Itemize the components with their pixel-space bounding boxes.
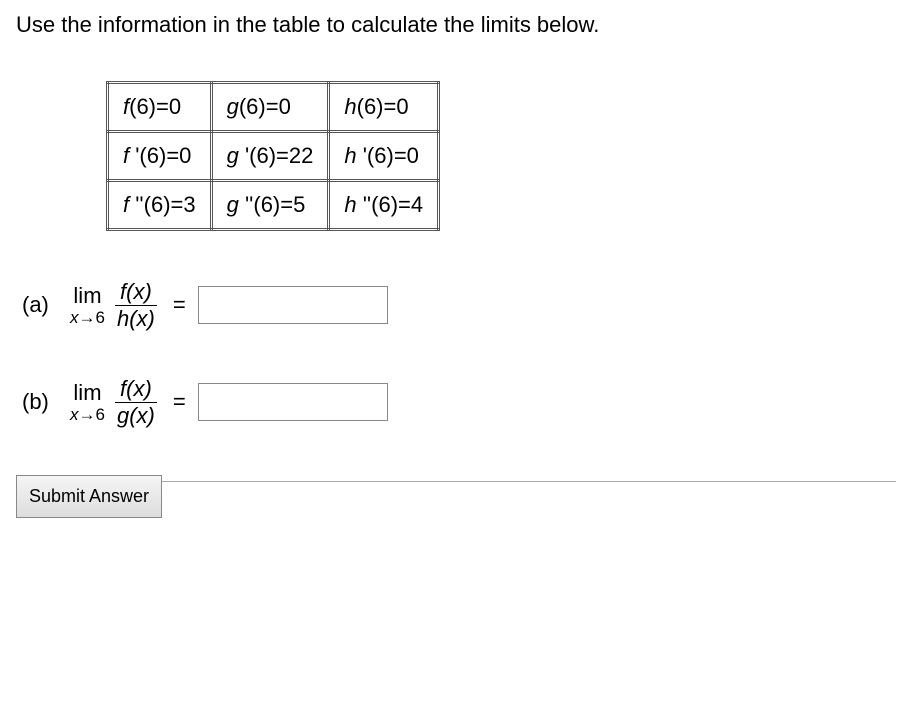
question-label: (a) — [22, 292, 70, 318]
fn-name: h — [344, 192, 362, 217]
fn-name: h — [344, 143, 362, 168]
fn-val: ''(6)=3 — [135, 192, 195, 217]
limit-expr: lim x→6 — [70, 382, 105, 423]
fn-name: h — [344, 94, 356, 119]
fn-name: f — [123, 192, 135, 217]
fn-val: '(6)=0 — [363, 143, 419, 168]
answer-input-b[interactable] — [198, 383, 388, 421]
limit-val: 6 — [96, 308, 105, 327]
data-table-wrap: f(6)=0 g(6)=0 h(6)=0 f '(6)=0 g '(6)=22 … — [106, 81, 896, 231]
table-cell: h ''(6)=4 — [329, 180, 439, 229]
fn-name: g — [227, 94, 239, 119]
limit-val: 6 — [96, 405, 105, 424]
submit-row: Submit Answer — [16, 475, 896, 518]
limit-var: x — [70, 308, 79, 327]
fn-val: ''(6)=4 — [363, 192, 423, 217]
fn-name: g — [227, 143, 245, 168]
limit-sub: x→6 — [70, 406, 105, 423]
table-cell: f '(6)=0 — [108, 131, 212, 180]
limit-word: lim — [73, 285, 101, 307]
limit-var: x — [70, 405, 79, 424]
table-cell: h(6)=0 — [329, 82, 439, 131]
table-cell: h '(6)=0 — [329, 131, 439, 180]
question-prompt: Use the information in the table to calc… — [16, 10, 896, 41]
fraction-numerator: f(x) — [118, 281, 154, 305]
fraction: f(x) g(x) — [115, 378, 157, 427]
table-row: f ''(6)=3 g ''(6)=5 h ''(6)=4 — [108, 180, 439, 229]
limit-expr: lim x→6 — [70, 285, 105, 326]
submit-answer-button[interactable]: Submit Answer — [16, 475, 162, 518]
arrow-icon: → — [79, 405, 96, 424]
table-cell: f(6)=0 — [108, 82, 212, 131]
fn-val: (6)=0 — [129, 94, 181, 119]
table-row: f '(6)=0 g '(6)=22 h '(6)=0 — [108, 131, 439, 180]
fn-name: f — [123, 143, 135, 168]
fraction: f(x) h(x) — [115, 281, 157, 330]
fn-val: ''(6)=5 — [245, 192, 305, 217]
fn-val: (6)=0 — [239, 94, 291, 119]
limit-word: lim — [73, 382, 101, 404]
table-row: f(6)=0 g(6)=0 h(6)=0 — [108, 82, 439, 131]
fn-name: g — [227, 192, 245, 217]
fn-val: '(6)=22 — [245, 143, 313, 168]
equals-sign: = — [173, 292, 186, 318]
question-b-row: (b) lim x→6 f(x) g(x) = — [22, 378, 896, 427]
fraction-denominator: g(x) — [115, 402, 157, 427]
equals-sign: = — [173, 389, 186, 415]
fraction-denominator: h(x) — [115, 305, 157, 330]
fn-val: '(6)=0 — [135, 143, 191, 168]
question-a-row: (a) lim x→6 f(x) h(x) = — [22, 281, 896, 330]
table-cell: g '(6)=22 — [211, 131, 329, 180]
question-label: (b) — [22, 389, 70, 415]
feedback-area — [162, 481, 896, 518]
fraction-numerator: f(x) — [118, 378, 154, 402]
arrow-icon: → — [79, 308, 96, 327]
data-table: f(6)=0 g(6)=0 h(6)=0 f '(6)=0 g '(6)=22 … — [106, 81, 440, 231]
table-cell: f ''(6)=3 — [108, 180, 212, 229]
fn-val: (6)=0 — [357, 94, 409, 119]
limit-sub: x→6 — [70, 309, 105, 326]
answer-input-a[interactable] — [198, 286, 388, 324]
table-cell: g ''(6)=5 — [211, 180, 329, 229]
table-cell: g(6)=0 — [211, 82, 329, 131]
